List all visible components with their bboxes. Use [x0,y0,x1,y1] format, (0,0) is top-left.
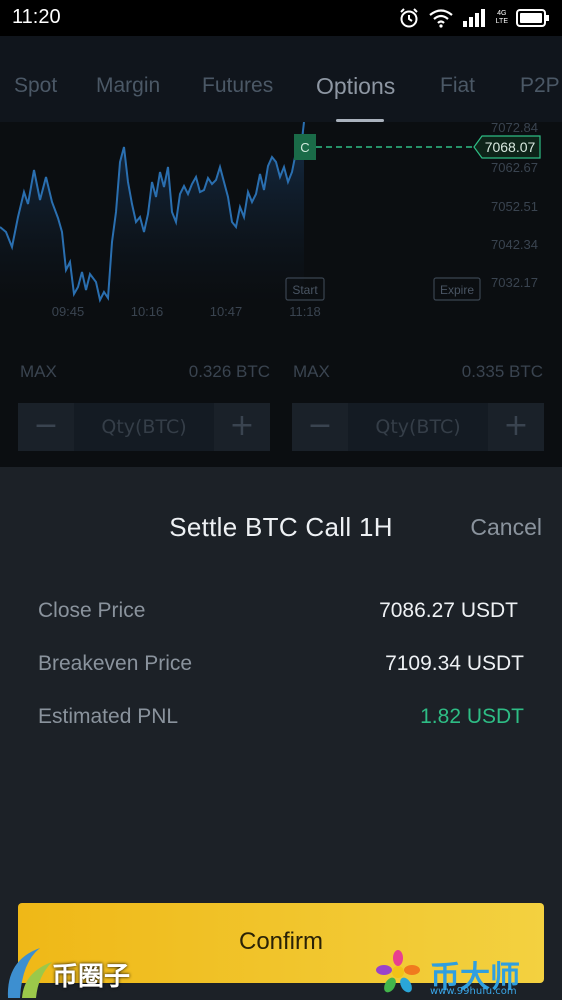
tab-p2p[interactable]: P2P [520,74,560,98]
wifi-icon [428,9,453,28]
left-qty-stepper: − Qty(BTC) + [18,403,270,451]
tab-futures[interactable]: Futures [202,74,273,98]
watermark-right: 币大师 www.99hufu.com [372,948,562,1000]
x-tick: 09:45 [52,304,85,319]
settle-sheet: Settle BTC Call 1H Cancel Close Price 70… [0,467,562,1000]
price-area [0,122,304,302]
left-max-value: 0.326 BTC [188,362,270,381]
y-tick: 7052.51 [491,199,538,214]
close-price-label: Close Price [38,599,146,622]
battery-icon [516,9,549,27]
watermark-right-url: www.99hufu.com [430,986,517,997]
y-tick: 7042.34 [491,237,538,252]
left-increase-button[interactable]: + [214,403,270,451]
right-max-label: MAX [293,362,330,381]
left-qty-input[interactable]: Qty(BTC) [74,403,214,451]
current-price-value: 7068.07 [485,139,536,155]
left-max-label: MAX [20,362,57,381]
network-type: 4G LTE [495,10,508,25]
right-increase-button[interactable]: + [488,403,544,451]
y-tick: 7032.17 [491,275,538,290]
estimated-pnl-label: Estimated PNL [38,705,179,728]
tab-options[interactable]: Options [316,73,395,100]
alarm-icon [399,8,418,28]
breakeven-price-value: 7109.34 USDT [385,652,524,675]
right-qty-input[interactable]: Qty(BTC) [348,403,488,451]
estimated-pnl-value: 1.82 USDT [420,705,524,728]
x-tick: 11:18 [289,304,321,319]
watermark-left-logo [7,948,52,998]
watermark-right-logo [376,950,420,993]
watermark-left-text: 币圈子 [52,962,131,992]
market-tabs: Spot Margin Futures Options Fiat P2P [0,36,562,122]
left-decrease-button[interactable]: − [18,403,74,451]
watermark-left: 币圈子 [0,940,170,1000]
status-time: 11:20 [12,6,61,28]
tab-fiat[interactable]: Fiat [440,74,475,98]
price-chart-svg: C 7068.07 7072.84 7062.67 7052.51 7042.3… [0,120,541,319]
call-marker-label: C [300,140,309,155]
y-tick: 7072.84 [491,122,538,135]
price-chart[interactable]: C 7068.07 7072.84 7062.67 7052.51 7042.3… [0,120,562,342]
breakeven-price-label: Breakeven Price [38,652,193,675]
status-bar: 11:20 4G LTE [0,0,562,36]
right-max-value: 0.335 BTC [461,362,543,381]
right-decrease-button[interactable]: − [292,403,348,451]
signal-icon [462,9,485,27]
x-tick: 10:16 [131,304,164,319]
x-tick: 10:47 [210,304,243,319]
tab-spot[interactable]: Spot [14,74,57,98]
close-price-value: 7086.27 USDT [379,599,518,622]
start-marker: Start [292,283,318,297]
tab-margin[interactable]: Margin [96,74,160,98]
right-qty-stepper: − Qty(BTC) + [292,403,544,451]
expire-marker: Expire [440,283,474,297]
y-tick: 7062.67 [491,160,538,175]
status-icons: 4G LTE [398,6,550,30]
cancel-button[interactable]: Cancel [470,514,542,541]
